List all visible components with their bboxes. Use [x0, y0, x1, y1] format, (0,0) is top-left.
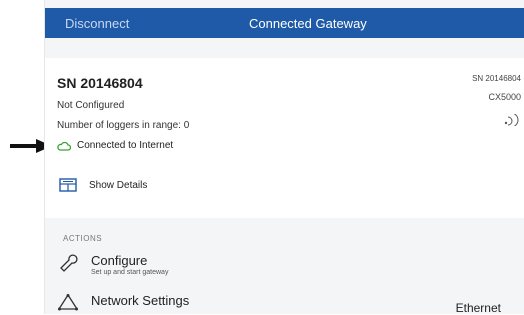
page-title: Connected Gateway [249, 16, 367, 31]
configure-action[interactable]: Configure Set up and start gateway [57, 253, 168, 276]
device-serial: SN 20146804 [57, 75, 143, 91]
gateway-panel: Disconnect Connected Gateway SN 20146804… [44, 0, 524, 315]
details-icon [59, 178, 77, 192]
network-icon [57, 293, 79, 311]
network-settings-title: Network Settings [91, 293, 190, 308]
cloud-icon [57, 141, 71, 151]
config-status: Not Configured [57, 100, 125, 111]
actions-section-label: ACTIONS [63, 234, 103, 243]
loggers-in-range: Number of loggers in range: 0 [57, 120, 189, 131]
device-card: SN 20146804 Not Configured Number of log… [45, 58, 524, 218]
page-margin [0, 0, 44, 314]
wireless-signal-icon [504, 114, 519, 126]
connection-status-text: Connected to Internet [77, 140, 174, 151]
loggers-count: 0 [183, 120, 190, 131]
device-model: CX5000 [488, 92, 521, 102]
configure-title: Configure [91, 253, 148, 268]
navigation-bar: Disconnect Connected Gateway [45, 8, 524, 38]
connection-status: Connected to Internet [57, 140, 173, 151]
disconnect-button[interactable]: Disconnect [65, 16, 129, 31]
network-settings-value: Ethernet [455, 301, 501, 315]
configure-subtitle: Set up and start gateway [91, 269, 169, 276]
show-details-label: Show Details [89, 179, 148, 191]
device-serial-right: SN 20146804 [472, 74, 521, 83]
wrench-icon [60, 254, 78, 272]
loggers-label: Number of loggers in range: [57, 120, 181, 131]
network-settings-action[interactable]: Network Settings [57, 293, 189, 313]
show-details-button[interactable]: Show Details [59, 178, 147, 192]
